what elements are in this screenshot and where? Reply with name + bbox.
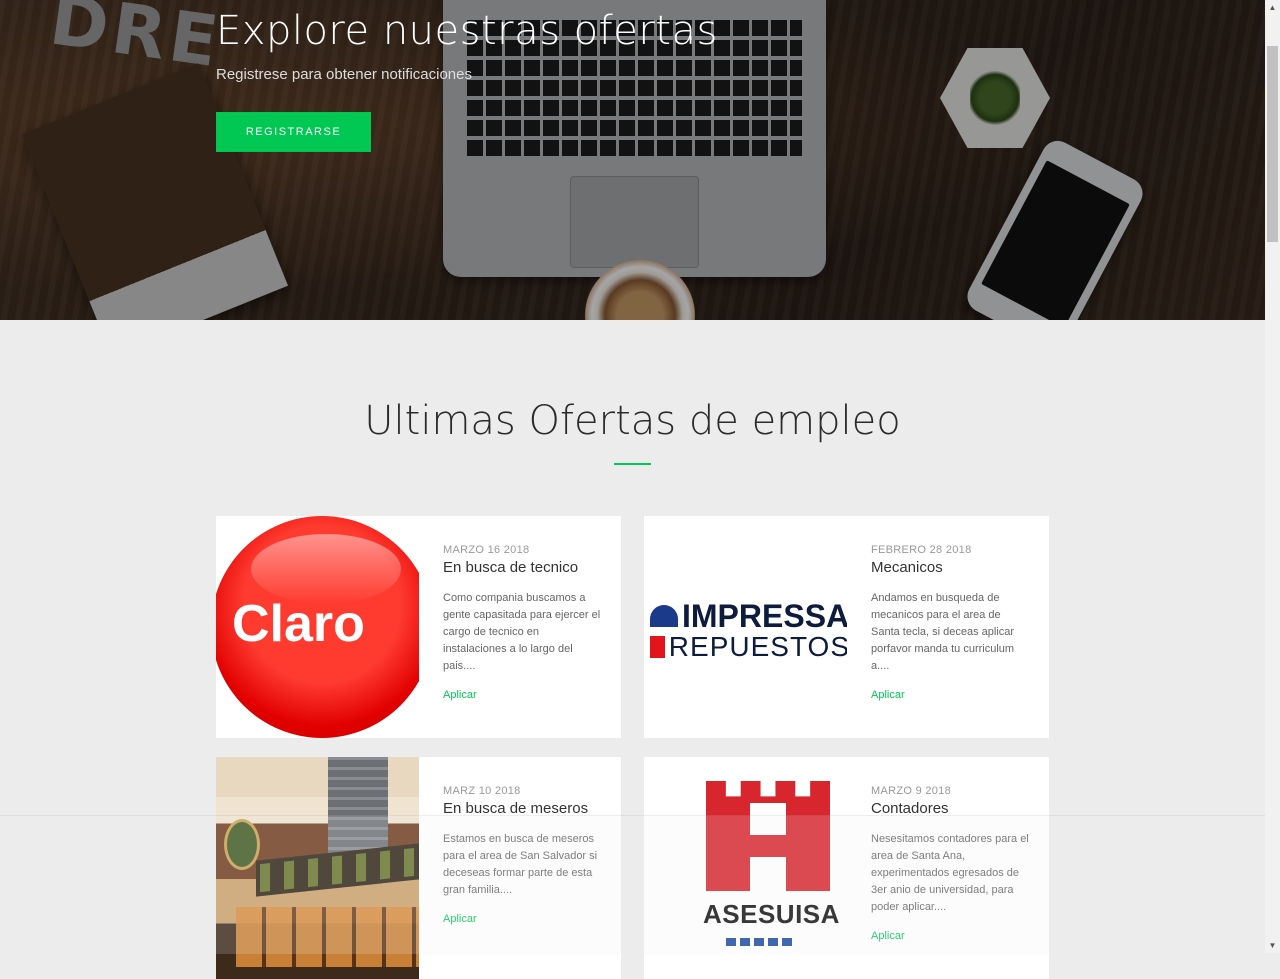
job-description: Como compania buscamos a gente capasitad… [443,592,601,672]
job-description: Andamos en busqueda de mecanicos para el… [871,592,1015,672]
job-card-impressa: IMPRESSA REPUESTOS FEBRERO 28 2018 Mecan… [644,516,1049,738]
job-date: MARZO 9 2018 [871,785,952,797]
title-underline [614,463,651,465]
job-title[interactable]: Mecanicos [871,559,1031,576]
apply-link[interactable]: Aplicar [443,913,477,925]
impressa-red-mark [650,636,665,658]
job-card-meseros: MARZ 10 2018 En busca de meseros Estamos… [216,757,621,979]
job-title[interactable]: En busca de meseros [443,800,603,817]
hero-banner: DRE Explore nuestras ofertas Registrese … [0,0,1265,320]
apply-link[interactable]: Aplicar [443,689,477,701]
job-card-asesuisa: ASESUISA MARZO 9 2018 Contadores Nesesit… [644,757,1049,979]
job-date: MARZO 16 2018 [443,544,530,556]
impressa-blue-mark [650,605,678,627]
job-title[interactable]: Contadores [871,800,1031,817]
job-description: Nesesitamos contadores para el area de S… [871,833,1029,913]
claro-logo-text: Claro [232,595,365,653]
job-description: Estamos en busca de meseros para el area… [443,833,598,896]
job-card-claro: Claro MARZO 16 2018 En busca de tecnico … [216,516,621,738]
impressa-logo-line1: IMPRESSA [682,598,847,634]
impressa-logo-line2: REPUESTOS [668,631,847,662]
bottom-fade-overlay [0,815,1265,954]
apply-link[interactable]: Aplicar [871,689,905,701]
scroll-up-arrow-icon[interactable]: ▲ [1265,0,1280,15]
job-date: MARZ 10 2018 [443,785,521,797]
vertical-scrollbar[interactable]: ▲ ▼ [1265,0,1280,953]
company-logo-impressa: IMPRESSA REPUESTOS [644,516,847,738]
company-logo-asesuisa: ASESUISA [644,757,847,979]
hero-title: Explore nuestras ofertas [216,8,718,54]
scroll-down-arrow-icon[interactable]: ▼ [1265,938,1280,953]
scrollbar-thumb[interactable] [1267,46,1278,242]
hero-subtitle: Registrese para obtener notificaciones [216,66,472,83]
job-title[interactable]: En busca de tecnico [443,559,603,576]
register-button[interactable]: REGISTRARSE [216,112,371,152]
company-logo-claro: Claro [216,516,419,738]
job-date: FEBRERO 28 2018 [871,544,972,556]
section-title: Ultimas Ofertas de empleo [364,398,901,444]
restaurant-photo [216,757,419,979]
apply-link[interactable]: Aplicar [871,930,905,942]
asesuisa-logo-text: ASESUISA [703,899,840,929]
